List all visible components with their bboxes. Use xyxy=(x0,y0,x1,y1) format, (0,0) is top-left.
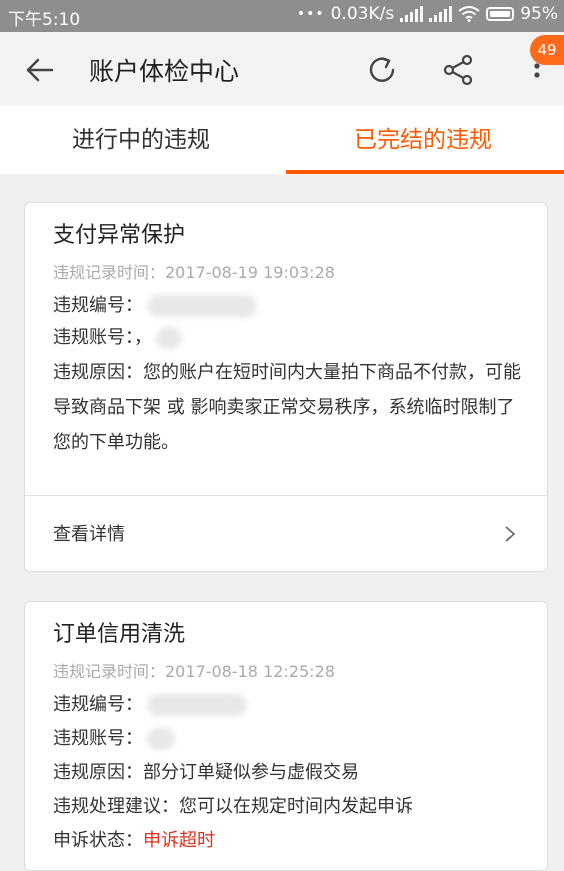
violation-account-row: 违规账号： xyxy=(53,724,175,750)
violation-title: 订单信用清洗 xyxy=(53,622,186,647)
violation-account-label: 违规账号： xyxy=(53,728,143,749)
record-time: 违规记录时间：2017-08-18 12:25:28 xyxy=(53,662,335,681)
battery-percent: 95% xyxy=(520,4,558,24)
appeal-status-row: 申诉状态：申诉超时 xyxy=(53,826,215,852)
record-time: 违规记录时间：2017-08-19 19:03:28 xyxy=(53,263,335,282)
redacted-account xyxy=(147,728,175,750)
signal-icon-2 xyxy=(429,6,453,22)
wifi-icon xyxy=(458,6,480,22)
status-time: 下午5:10 xyxy=(8,10,81,30)
more-dots-icon: ••• xyxy=(296,6,325,22)
violation-card: 支付异常保护 违规记录时间：2017-08-19 19:03:28 违规编号： … xyxy=(24,202,548,572)
violation-number-label: 违规编号： xyxy=(53,694,143,715)
violation-number-row: 违规编号： xyxy=(53,291,257,317)
violation-account-label: 违规账号： xyxy=(53,327,134,348)
account-partial: ， xyxy=(134,327,152,348)
app-header: 账户体检中心 xyxy=(0,32,564,106)
view-details-button[interactable]: 查看详情 xyxy=(25,496,547,572)
redacted-number xyxy=(147,295,257,317)
notification-badge[interactable]: 49 xyxy=(530,35,564,65)
view-details-label: 查看详情 xyxy=(53,524,125,545)
signal-icon xyxy=(400,6,424,22)
violation-account-row: 违规账号：， xyxy=(53,323,182,349)
redacted-account xyxy=(156,327,182,349)
status-indicators: ••• 0.03K/s 95% xyxy=(297,4,558,24)
chevron-right-icon xyxy=(505,526,516,542)
page-title: 账户体检中心 xyxy=(89,57,240,86)
share-icon[interactable] xyxy=(440,52,476,88)
battery-icon xyxy=(486,7,515,21)
violation-number-label: 违规编号： xyxy=(53,295,143,316)
back-arrow-icon[interactable] xyxy=(24,54,56,86)
status-bar: 下午5:10 ••• 0.03K/s 95% xyxy=(0,0,564,32)
active-tab-indicator xyxy=(286,170,564,174)
tab-completed[interactable]: 已完结的违规 xyxy=(282,106,564,174)
tab-ongoing[interactable]: 进行中的违规 xyxy=(0,106,282,174)
redacted-number xyxy=(147,694,247,716)
violation-reason: 违规原因：部分订单疑似参与虚假交易 xyxy=(53,762,359,783)
violation-tabs: 进行中的违规 已完结的违规 xyxy=(0,106,564,174)
refresh-icon[interactable] xyxy=(364,52,400,88)
violation-card: 订单信用清洗 违规记录时间：2017-08-18 12:25:28 违规编号： … xyxy=(24,601,548,871)
violation-reason: 违规原因：您的账户在短时间内大量拍下商品不付款，可能导致商品下架 或 影响卖家正… xyxy=(53,362,521,453)
network-speed: 0.03K/s xyxy=(330,4,395,24)
violation-number-row: 违规编号： xyxy=(53,690,247,716)
violation-suggestion: 违规处理建议：您可以在规定时间内发起申诉 xyxy=(53,796,413,817)
violation-title: 支付异常保护 xyxy=(53,223,186,248)
